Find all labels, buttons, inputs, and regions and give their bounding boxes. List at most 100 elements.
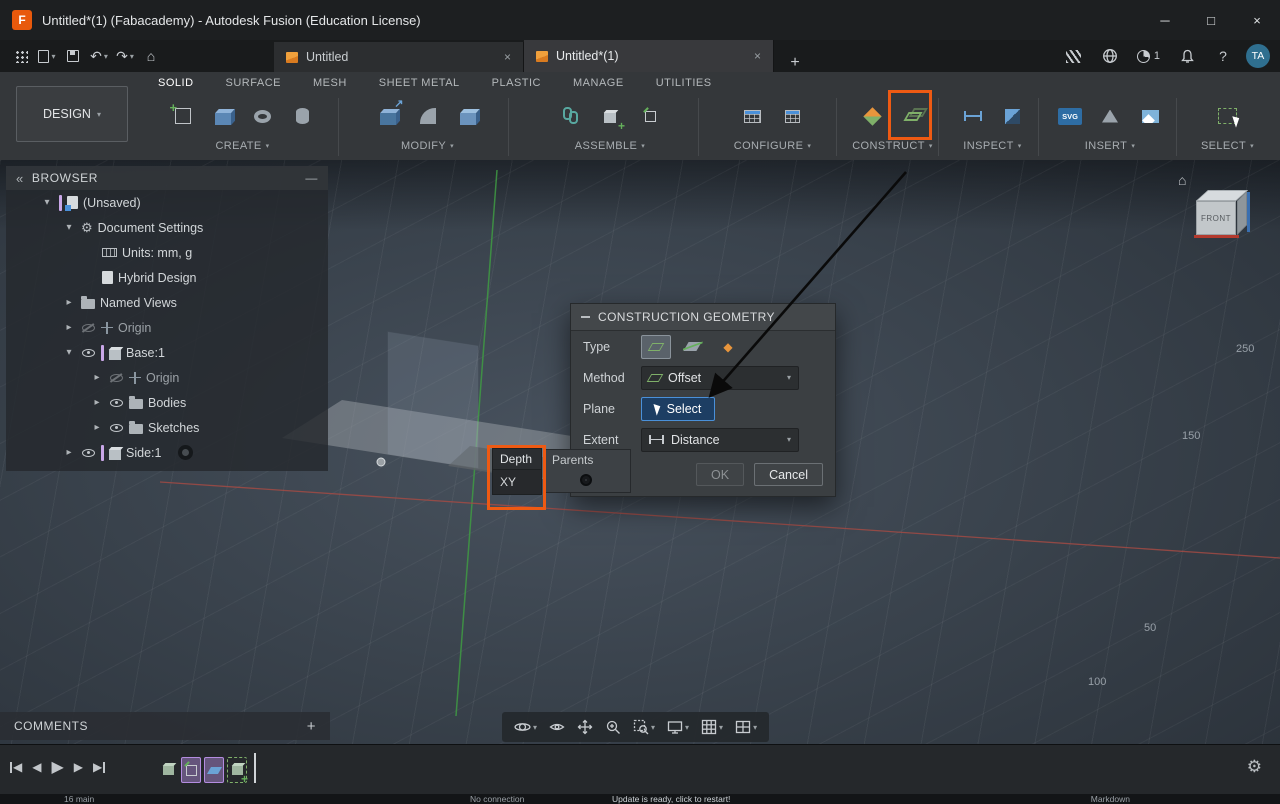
- browser-row-hybrid-design[interactable]: Hybrid Design: [6, 265, 328, 290]
- cancel-button[interactable]: Cancel: [754, 463, 823, 486]
- measure-button[interactable]: [956, 97, 990, 135]
- joint-button[interactable]: [553, 97, 587, 135]
- tab-sheet-metal[interactable]: SHEET METAL: [379, 77, 460, 89]
- browser-row-doc-settings[interactable]: ▾ ⚙ Document Settings: [6, 215, 328, 240]
- tab-utilities[interactable]: UTILITIES: [656, 77, 712, 89]
- create-dropdown[interactable]: CREATE ▾: [215, 140, 269, 152]
- tab-plastic[interactable]: PLASTIC: [492, 77, 541, 89]
- close-tab-icon[interactable]: ×: [504, 50, 511, 64]
- look-at-button[interactable]: [545, 714, 569, 740]
- collapsed-caret-icon[interactable]: ▸: [90, 422, 104, 433]
- collapsed-caret-icon[interactable]: ▸: [62, 322, 76, 333]
- visibility-on-icon[interactable]: [109, 395, 124, 410]
- press-pull-button[interactable]: ↗: [371, 97, 405, 135]
- close-button[interactable]: ×: [1234, 0, 1280, 40]
- depth-option[interactable]: Depth: [492, 448, 542, 470]
- expand-caret-icon[interactable]: ▾: [40, 197, 54, 208]
- new-tab-button[interactable]: +: [780, 54, 810, 72]
- collapsed-caret-icon[interactable]: ▸: [62, 447, 76, 458]
- timeline-new-component-item[interactable]: +: [227, 757, 248, 786]
- maximize-button[interactable]: □: [1188, 0, 1234, 40]
- method-dropdown[interactable]: Offset ▾: [641, 365, 799, 390]
- display-settings-button[interactable]: ▾: [663, 714, 693, 740]
- collapse-browser-icon[interactable]: «: [16, 171, 24, 186]
- extensions-button[interactable]: [1061, 42, 1087, 70]
- tab-mesh[interactable]: MESH: [313, 77, 347, 89]
- avatar[interactable]: TA: [1246, 44, 1270, 68]
- fit-button[interactable]: ▾: [629, 714, 659, 740]
- browser-row-origin[interactable]: ▸ Origin: [6, 315, 328, 340]
- viewports-button[interactable]: ▾: [731, 714, 761, 740]
- tab-untitled-1[interactable]: Untitled*(1) ×: [524, 40, 774, 72]
- insert-canvas-button[interactable]: [1133, 97, 1167, 135]
- timeline-component-item[interactable]: [158, 757, 178, 783]
- configuration-button[interactable]: [736, 97, 770, 135]
- comments-bar[interactable]: COMMENTS +: [0, 712, 330, 740]
- viewcube-home-icon[interactable]: ⌂: [1178, 172, 1186, 188]
- home-button[interactable]: ⌂: [138, 42, 164, 70]
- browser-row-document[interactable]: ▾ (Unsaved): [6, 190, 328, 215]
- pan-button[interactable]: [573, 714, 597, 740]
- browser-row-units[interactable]: Units: mm, g: [6, 240, 328, 265]
- browser-row-sketches[interactable]: ▸ Sketches: [6, 415, 328, 440]
- shell-button[interactable]: [451, 97, 485, 135]
- expand-caret-icon[interactable]: ▾: [62, 347, 76, 358]
- visibility-off-icon[interactable]: [81, 320, 96, 335]
- insert-dropdown[interactable]: INSERT ▾: [1085, 140, 1135, 152]
- browser-row-bodies[interactable]: ▸ Bodies: [6, 390, 328, 415]
- select-tool-button[interactable]: [1211, 97, 1245, 135]
- collapsed-caret-icon[interactable]: ▸: [90, 397, 104, 408]
- minimize-button[interactable]: ─: [1142, 0, 1188, 40]
- insert-mesh-button[interactable]: [1093, 97, 1127, 135]
- fillet-button[interactable]: [411, 97, 445, 135]
- visibility-on-icon[interactable]: [109, 420, 124, 435]
- midplane-button[interactable]: [856, 97, 890, 135]
- revolve-button[interactable]: [246, 97, 280, 135]
- viewport-3d[interactable]: 250 150 50 100 ⌂ FRONT « BROWSER — ▾ (Un…: [0, 160, 1280, 804]
- cylinder-button[interactable]: [286, 97, 320, 135]
- close-tab-icon[interactable]: ×: [754, 49, 761, 63]
- configure-dropdown[interactable]: CONFIGURE ▾: [734, 140, 812, 152]
- orbit-button[interactable]: ▾: [510, 714, 541, 740]
- app-grid-button[interactable]: [8, 42, 34, 70]
- viewcube-right-face[interactable]: [1237, 191, 1247, 235]
- offset-plane-preview[interactable]: [387, 331, 479, 469]
- status-connection[interactable]: No connection: [470, 794, 524, 804]
- new-component-button[interactable]: +: [593, 97, 627, 135]
- play-button[interactable]: ▶: [51, 757, 63, 777]
- timeline-plane-item[interactable]: [204, 757, 224, 783]
- undo-button[interactable]: ↶ ▾: [86, 42, 112, 70]
- type-point-button[interactable]: ◆: [713, 335, 743, 359]
- activate-component-radio[interactable]: [178, 445, 194, 460]
- visibility-on-icon[interactable]: [81, 345, 96, 360]
- type-plane-button[interactable]: [641, 334, 671, 359]
- status-language[interactable]: Markdown: [1091, 794, 1130, 804]
- timeline-settings-gear-icon[interactable]: ⚙: [1247, 757, 1262, 777]
- viewcube-front-face[interactable]: FRONT: [1196, 201, 1236, 235]
- notifications-button[interactable]: [1174, 42, 1200, 70]
- expand-caret-icon[interactable]: ▾: [62, 222, 76, 233]
- help-button[interactable]: ?: [1210, 42, 1236, 70]
- select-dropdown[interactable]: SELECT ▾: [1201, 140, 1254, 152]
- insert-svg-button[interactable]: SVG: [1053, 97, 1087, 135]
- browser-row-named-views[interactable]: ▸ Named Views: [6, 290, 328, 315]
- step-forward-button[interactable]: ▶: [74, 760, 83, 774]
- web-button[interactable]: [1097, 42, 1123, 70]
- inspect-dropdown[interactable]: INSPECT ▾: [963, 140, 1021, 152]
- skip-to-start-button[interactable]: ◀: [10, 760, 22, 774]
- minimize-browser-icon[interactable]: —: [305, 171, 318, 185]
- view-cube[interactable]: ⌂ FRONT: [1178, 172, 1262, 250]
- tab-solid[interactable]: SOLID: [158, 77, 194, 89]
- xy-plane-option[interactable]: XY: [492, 470, 542, 495]
- collapsed-caret-icon[interactable]: ▸: [62, 297, 76, 308]
- dialog-header[interactable]: CONSTRUCTION GEOMETRY: [571, 304, 835, 331]
- section-analysis-button[interactable]: [996, 97, 1030, 135]
- configuration-table-button[interactable]: [776, 97, 810, 135]
- tab-surface[interactable]: SURFACE: [226, 77, 281, 89]
- zoom-button[interactable]: [601, 714, 625, 740]
- status-branch[interactable]: 16 main: [64, 794, 94, 804]
- modify-dropdown[interactable]: MODIFY ▾: [401, 140, 454, 152]
- browser-row-base-origin[interactable]: ▸ Origin: [6, 365, 328, 390]
- status-update[interactable]: Update is ready, click to restart!: [612, 794, 730, 804]
- create-sketch-button[interactable]: [166, 97, 200, 135]
